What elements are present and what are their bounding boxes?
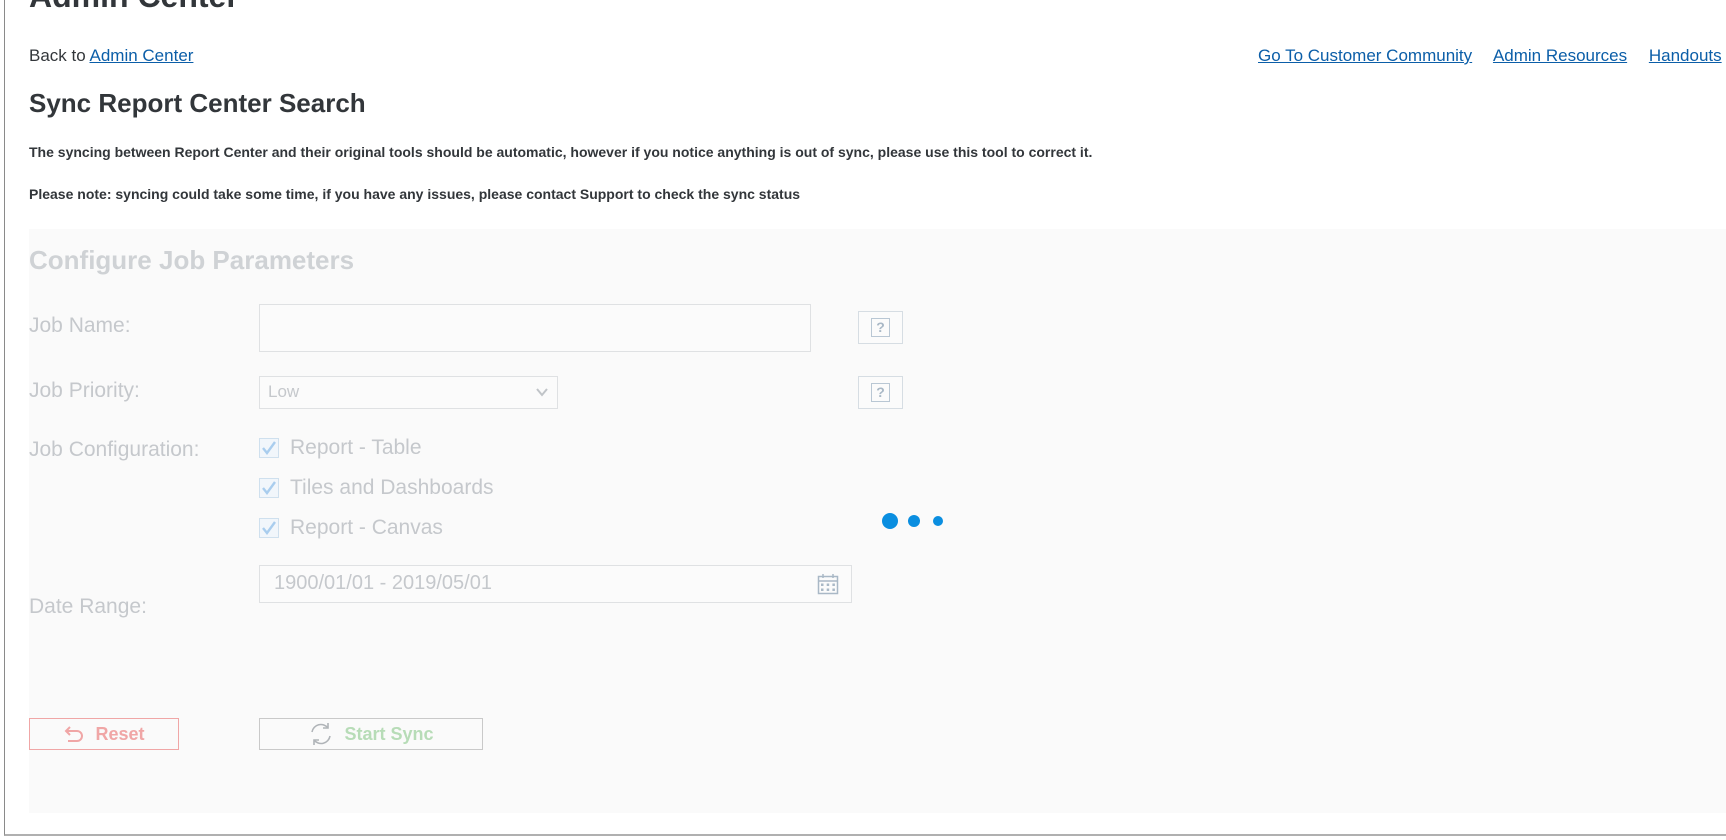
customer-community-link[interactable]: Go To Customer Community	[1258, 46, 1472, 65]
config-report-canvas[interactable]: Report - Canvas	[259, 515, 443, 541]
job-priority-label: Job Priority:	[29, 379, 140, 402]
page-note: Please note: syncing could take some tim…	[29, 186, 801, 202]
loading-indicator	[882, 512, 952, 530]
chevron-down-icon	[536, 388, 548, 397]
date-range-value: 1900/01/01 - 2019/05/01	[274, 572, 492, 594]
tiles-dashboards-label: Tiles and Dashboards	[290, 476, 494, 499]
job-name-help-button[interactable]: ?	[858, 311, 903, 344]
report-canvas-label: Report - Canvas	[290, 516, 443, 539]
loading-dot	[933, 516, 943, 526]
breadcrumb: Back to Admin Center	[29, 46, 193, 66]
loading-dot	[908, 515, 920, 527]
page-description: The syncing between Report Center and th…	[29, 144, 1093, 160]
calendar-icon[interactable]	[817, 573, 839, 595]
panel-title: Configure Job Parameters	[29, 245, 355, 275]
tiles-dashboards-checkbox[interactable]	[259, 478, 279, 498]
job-name-label: Job Name:	[29, 314, 131, 337]
reset-label: Reset	[95, 723, 145, 744]
loading-dot	[882, 513, 898, 529]
job-priority-select[interactable]: Low	[259, 376, 558, 409]
date-range-label: Date Range:	[29, 595, 147, 618]
handouts-link[interactable]: Handouts	[1649, 46, 1722, 65]
report-canvas-checkbox[interactable]	[259, 518, 279, 538]
report-table-label: Report - Table	[290, 436, 422, 459]
help-icon: ?	[871, 318, 890, 337]
help-icon: ?	[871, 383, 890, 402]
page-title: Sync Report Center Search	[29, 88, 366, 118]
job-priority-value: Low	[268, 382, 300, 401]
configure-job-panel: Configure Job Parameters Job Name: ? Job…	[29, 229, 1726, 813]
checkmark-icon	[262, 441, 276, 455]
admin-resources-link[interactable]: Admin Resources	[1493, 46, 1627, 65]
report-table-checkbox[interactable]	[259, 438, 279, 458]
checkmark-icon	[262, 481, 276, 495]
app-title: Admin Center	[29, 0, 239, 15]
refresh-icon	[311, 723, 332, 745]
back-prefix: Back to	[29, 46, 86, 65]
start-sync-label: Start Sync	[344, 723, 434, 744]
start-sync-button[interactable]: Start Sync	[259, 718, 483, 750]
config-tiles-dashboards[interactable]: Tiles and Dashboards	[259, 475, 494, 501]
date-range-input[interactable]: 1900/01/01 - 2019/05/01	[259, 565, 852, 603]
reset-button[interactable]: Reset	[29, 718, 179, 750]
back-to-admin-center-link[interactable]: Admin Center	[90, 46, 194, 65]
page-frame: Admin Center Back to Admin Center Go To …	[4, 0, 1726, 836]
checkmark-icon	[262, 521, 276, 535]
config-report-table[interactable]: Report - Table	[259, 435, 422, 461]
job-name-input[interactable]	[259, 304, 811, 352]
undo-icon	[65, 726, 84, 742]
job-configuration-label: Job Configuration:	[29, 438, 200, 461]
header-links: Go To Customer Community Admin Resources…	[1258, 46, 1726, 66]
job-priority-help-button[interactable]: ?	[858, 376, 903, 409]
